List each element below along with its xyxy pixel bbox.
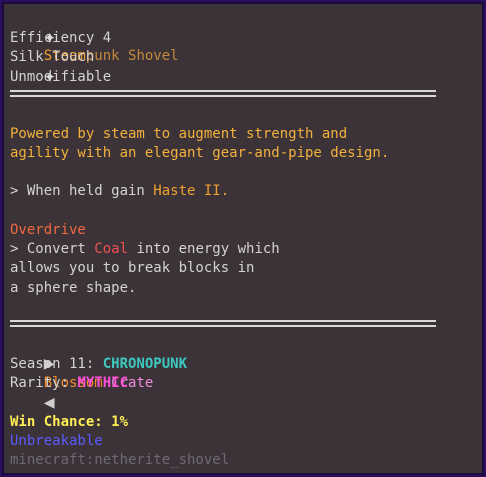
- rarity-line: Rarity: MYTHIC: [10, 374, 128, 393]
- ability-suffix: into energy which: [128, 241, 280, 257]
- divider-top: [10, 90, 436, 97]
- win-chance-value: 1%: [111, 414, 129, 430]
- item-title-suffix: punk Shovel: [85, 48, 179, 64]
- item-tooltip: ✦ Steampunk Shovel ✦ Efficiency 4 Silk T…: [0, 0, 486, 477]
- item-id: minecraft:netherite_shovel: [10, 452, 230, 468]
- ability-line-3: a sphere shape.: [10, 280, 137, 296]
- ability-arrow: >: [10, 241, 27, 257]
- ability-resource: Coal: [94, 241, 129, 257]
- rarity-value: MYTHIC: [77, 375, 129, 391]
- ability-line-2: allows you to break blocks in: [10, 260, 255, 276]
- ability-line-1: > Convert Coal into energy which: [10, 240, 280, 259]
- arrow-left-icon: ◀: [43, 392, 55, 413]
- season-label: Season 11:: [10, 356, 103, 372]
- season-line: Season 11: CHRONOPUNK: [10, 355, 187, 374]
- unbreakable-label: Unbreakable: [10, 433, 103, 449]
- held-effect-line: > When held gain Haste II.: [10, 182, 229, 201]
- enchant-silk-touch: Silk Touch: [10, 49, 95, 65]
- unmodifiable-label: Unmodifiable: [10, 69, 112, 85]
- divider-bottom: [10, 320, 436, 327]
- ability-name: Overdrive: [10, 222, 86, 238]
- win-chance-line: Win Chance: 1%: [10, 413, 128, 432]
- description-line-2: agility with an elegant gear-and-pipe de…: [10, 145, 390, 161]
- win-chance-label: Win Chance:: [10, 414, 112, 430]
- rarity-label: Rarity:: [10, 375, 78, 391]
- held-arrow: >: [10, 183, 27, 199]
- item-title: ✦ Steampunk Shovel ✦: [10, 8, 179, 85]
- ability-prefix: Convert: [26, 241, 95, 257]
- held-effect: Haste II.: [153, 183, 230, 199]
- description-line-1: Powered by steam to augment strength and: [10, 126, 348, 142]
- held-prefix: When held gain: [26, 183, 154, 199]
- enchant-efficiency: Efficiency 4: [10, 30, 112, 46]
- season-value: CHRONOPUNK: [102, 356, 188, 372]
- crate-title: ▶ Blossom Crate ◀: [10, 335, 154, 412]
